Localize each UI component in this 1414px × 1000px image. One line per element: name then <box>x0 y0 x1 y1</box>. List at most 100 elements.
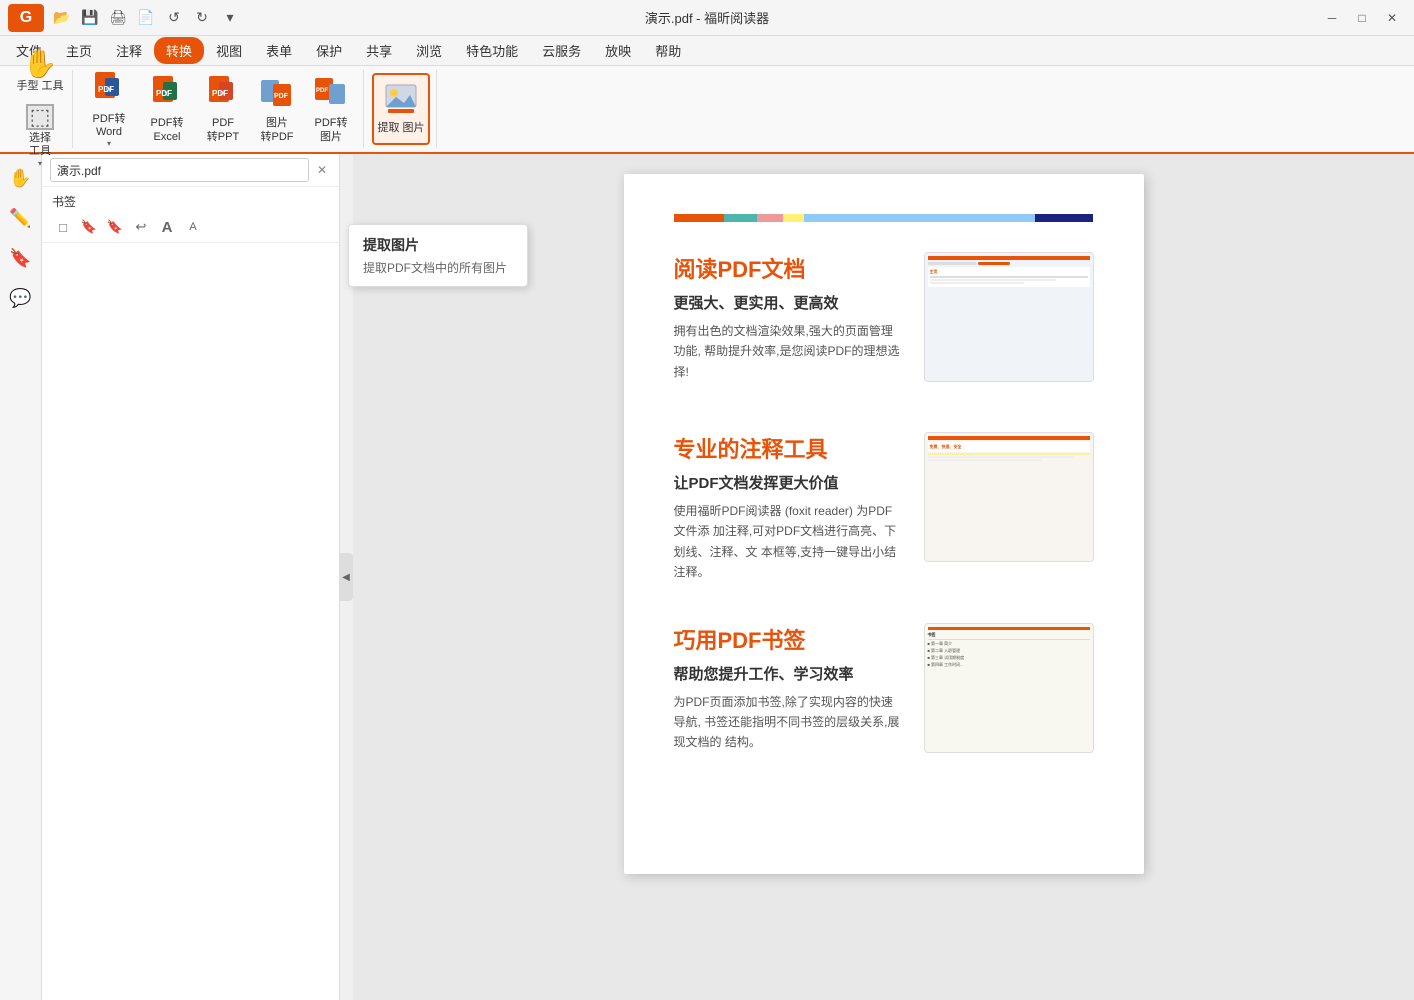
panel-section-label: 书签 <box>42 187 339 212</box>
select-tool-button[interactable]: ⬚ 选择工具 ▾ <box>14 100 66 172</box>
select-tool-label: 选择工具 <box>29 132 51 158</box>
pdf-to-word-button[interactable]: PDF W PDF转Word ▾ <box>81 73 137 145</box>
menu-cloud[interactable]: 云服务 <box>530 37 593 64</box>
pdf-to-word-icon: PDF W <box>91 70 127 111</box>
svg-text:PDF: PDF <box>274 93 289 100</box>
panel-close-button[interactable]: ✕ <box>313 161 331 179</box>
sidebar-comment-icon[interactable]: 💬 <box>5 282 37 314</box>
pdf-to-pic-icon: PDF <box>313 74 349 115</box>
menu-special[interactable]: 特色功能 <box>454 37 530 64</box>
svg-text:P: P <box>220 92 224 98</box>
preview-img-read: 主页 <box>924 252 1094 382</box>
word-dropdown-arrow: ▾ <box>107 139 111 148</box>
tooltip-title: 提取图片 <box>363 235 513 255</box>
sidebar-edit-icon[interactable]: ✏️ <box>5 202 37 234</box>
tooltip-popup: 提取图片 提取PDF文档中的所有图片 <box>348 224 528 287</box>
color-seg-5 <box>804 214 1035 222</box>
menu-share[interactable]: 共享 <box>354 37 404 64</box>
mini-preview-annotate: 免费、快速、安全 <box>925 433 1093 561</box>
svg-text:PDF: PDF <box>316 88 328 94</box>
window-title: 演示.pdf - 福昕阅读器 <box>645 8 769 27</box>
maximize-button[interactable]: □ <box>1348 7 1376 29</box>
extract-image-button[interactable]: 提取 图片 <box>372 73 430 145</box>
preview-img-bookmark: 书签 ■ 第一章 简介 ■ 第二章 入职管理 ■ 第三章 试用期制度 ■ 第四章… <box>924 623 1094 753</box>
color-bar <box>674 214 1094 222</box>
ribbon: ✋ 手型 工具 ⬚ 选择工具 ▾ PDF W PDF转Word <box>0 66 1414 154</box>
panel-filename-input[interactable] <box>50 158 309 182</box>
titlebar: G 📂 💾 🖨 📄 ↺ ↻ ▾ 演示.pdf - 福昕阅读器 ─ □ ✕ <box>0 0 1414 36</box>
left-sidebar: ✋ ✏️ 🔖 💬 <box>0 154 42 1000</box>
menu-table[interactable]: 表单 <box>254 37 304 64</box>
pdf-to-ppt-button[interactable]: PDF P PDF转PPT <box>197 73 249 145</box>
close-button[interactable]: ✕ <box>1378 7 1406 29</box>
undo-icon[interactable]: ↺ <box>162 6 186 30</box>
menu-view[interactable]: 视图 <box>204 37 254 64</box>
select-icon: ⬚ <box>26 104 54 131</box>
logo-button[interactable]: G <box>8 4 44 32</box>
svg-text:W: W <box>106 88 112 94</box>
menu-annotation[interactable]: 注释 <box>104 37 154 64</box>
ribbon-group-tools: ✋ 手型 工具 ⬚ 选择工具 ▾ <box>8 70 73 148</box>
color-seg-6 <box>1035 214 1094 222</box>
pic-to-pdf-icon: PDF <box>259 74 295 115</box>
tooltip-description: 提取PDF文档中的所有图片 <box>363 259 513 276</box>
pic-to-pdf-button[interactable]: PDF 图片转PDF <box>251 73 303 145</box>
sidebar-bookmark-icon[interactable]: 🔖 <box>5 242 37 274</box>
panel-collapse-button[interactable]: ◀ <box>339 553 353 601</box>
panel-tool-font-large[interactable]: A <box>156 216 178 238</box>
panel-tool-font-small[interactable]: A <box>182 216 204 238</box>
open-icon[interactable]: 📂 <box>50 6 74 30</box>
preview-section-annotate: 免费、快速、安全 专业的注释工具 让PDF文档发挥更大价值 使用福昕PDF阅读器… <box>674 432 1094 583</box>
select-dropdown-arrow: ▾ <box>38 159 42 168</box>
color-seg-4 <box>783 214 804 222</box>
extract-image-icon <box>384 83 418 120</box>
bookmark-panel: ✕ 书签 □ 🔖 🔖 ↩ A A <box>42 154 340 1000</box>
color-seg-2 <box>724 214 758 222</box>
menu-convert[interactable]: 转换 <box>154 37 204 64</box>
menubar: 文件 主页 注释 转换 视图 表单 保护 共享 浏览 特色功能 云服务 放映 帮… <box>0 36 1414 66</box>
panel-tool-bookmark2[interactable]: 🔖 <box>104 216 126 238</box>
color-seg-3 <box>757 214 782 222</box>
page-preview: 主页 阅读PDF文档 更强大、更实用、更高效 拥有出色的文档渲染效果,强大的页面… <box>624 174 1144 874</box>
menu-help[interactable]: 帮助 <box>643 37 693 64</box>
hand-icon: ✋ <box>23 50 58 78</box>
pdf-to-excel-button[interactable]: PDF X PDF转Excel <box>139 73 195 145</box>
pdf-to-pic-label: PDF转图片 <box>315 117 348 143</box>
ribbon-group-convert: PDF W PDF转Word ▾ PDF X PDF转Excel <box>75 70 364 148</box>
preview-section-bookmark: 书签 ■ 第一章 简介 ■ 第二章 入职管理 ■ 第三章 试用期制度 ■ 第四章… <box>674 623 1094 763</box>
menu-browse[interactable]: 浏览 <box>404 37 454 64</box>
convert-buttons-row: PDF W PDF转Word ▾ PDF X PDF转Excel <box>81 73 357 145</box>
window-controls: ─ □ ✕ <box>1318 7 1406 29</box>
panel-tool-new[interactable]: □ <box>52 216 74 238</box>
print-icon[interactable]: 🖨 <box>106 6 130 30</box>
ribbon-group-extract: 提取 图片 <box>366 70 437 148</box>
panel-tool-bookmark1[interactable]: 🔖 <box>78 216 100 238</box>
mini-preview-read: 主页 <box>925 253 1093 381</box>
panel-toolbar: □ 🔖 🔖 ↩ A A <box>42 212 339 243</box>
pdf-to-pic-button[interactable]: PDF PDF转图片 <box>305 73 357 145</box>
pdf-to-excel-label: PDF转Excel <box>151 117 184 143</box>
mini-preview-bookmark: 书签 ■ 第一章 简介 ■ 第二章 入职管理 ■ 第三章 试用期制度 ■ 第四章… <box>925 624 1093 752</box>
panel-file-bar: ✕ <box>42 154 339 187</box>
new-icon[interactable]: 📄 <box>134 6 158 30</box>
pdf-to-ppt-label: PDF转PPT <box>207 117 239 143</box>
hand-tool-button[interactable]: ✋ 手型 工具 <box>14 46 66 97</box>
panel-tool-back[interactable]: ↩ <box>130 216 152 238</box>
menu-playback[interactable]: 放映 <box>593 37 643 64</box>
extract-image-label: 提取 图片 <box>377 122 424 135</box>
panel-content <box>42 243 339 1000</box>
menu-protect[interactable]: 保护 <box>304 37 354 64</box>
color-seg-1 <box>674 214 724 222</box>
save-icon[interactable]: 💾 <box>78 6 102 30</box>
hand-tool-label: 手型 工具 <box>16 80 63 93</box>
more-icon[interactable]: ▾ <box>218 6 242 30</box>
pdf-to-word-label: PDF转Word <box>93 113 126 139</box>
preview-section-read: 主页 阅读PDF文档 更强大、更实用、更高效 拥有出色的文档渲染效果,强大的页面… <box>674 252 1094 392</box>
redo-icon[interactable]: ↻ <box>190 6 214 30</box>
minimize-button[interactable]: ─ <box>1318 7 1346 29</box>
svg-text:X: X <box>164 92 168 98</box>
preview-img-annotate: 免费、快速、安全 <box>924 432 1094 562</box>
main-area: ✋ ✏️ 🔖 💬 ✕ 书签 □ 🔖 🔖 ↩ A A ◀ <box>0 154 1414 1000</box>
pdf-to-ppt-icon: PDF P <box>205 74 241 115</box>
pdf-to-excel-icon: PDF X <box>149 74 185 115</box>
